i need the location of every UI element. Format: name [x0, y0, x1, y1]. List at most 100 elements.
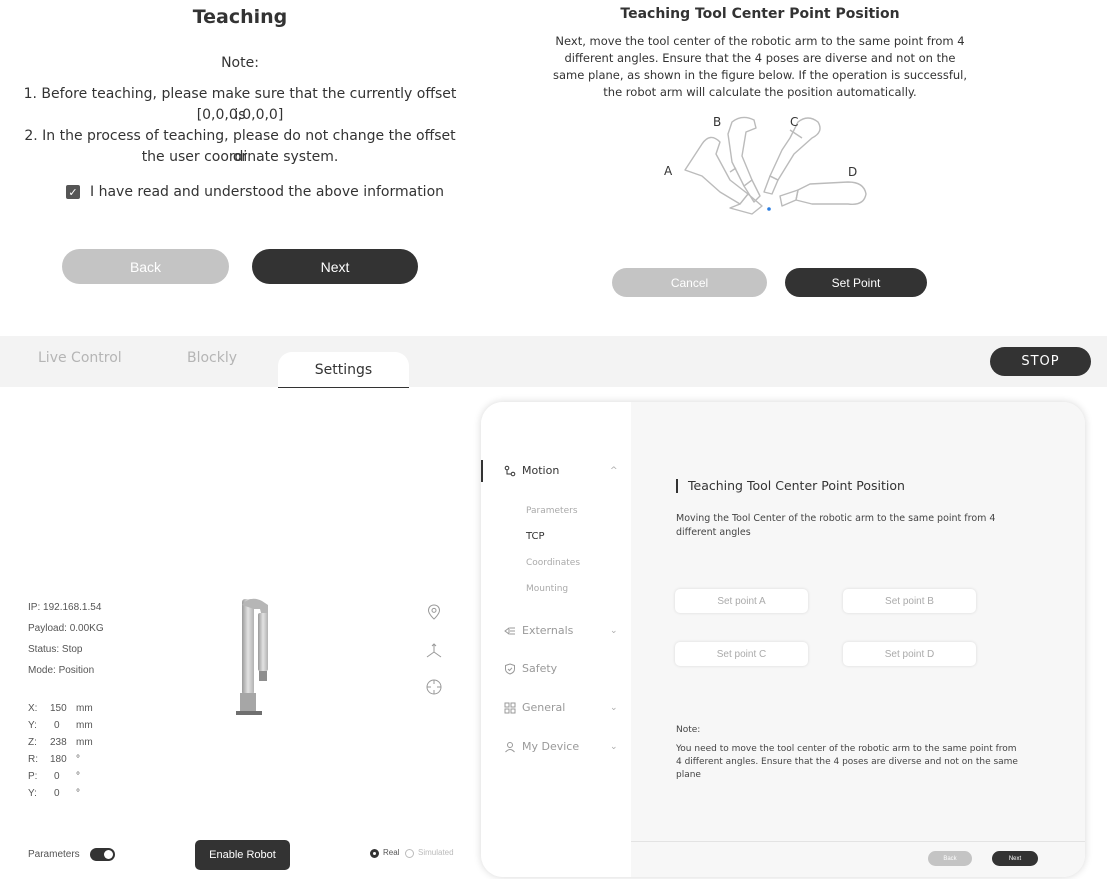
teaching-next-button[interactable]: Next: [252, 249, 418, 284]
parameters-toggle[interactable]: [90, 848, 115, 861]
title-bar-mark: [676, 479, 678, 493]
chevron-down-icon: ⌄: [610, 702, 618, 713]
teaching-note-line: the user coordinate system.: [141, 149, 339, 165]
nav-sub-tcp[interactable]: TCP: [526, 531, 545, 542]
shield-icon: [505, 662, 515, 675]
position-row-x: X: 150 mm: [28, 703, 93, 714]
axis-label: P:: [28, 771, 38, 782]
teaching-back-button[interactable]: Back: [62, 249, 229, 284]
nav-sub-coordinates[interactable]: Coordinates: [526, 558, 580, 568]
settings-panel: Motion ^ Parameters TCP Coordinates Moun…: [481, 402, 1085, 877]
grid-icon: [504, 702, 516, 713]
payload-value: Payload: 0.00KG: [28, 623, 104, 634]
footer-divider: [631, 841, 1085, 842]
position-row-yaw: Y: 0 °: [28, 788, 80, 799]
tcp-pose-figure: A B C D: [660, 110, 880, 222]
axis-unit: mm: [76, 703, 93, 714]
crosshair-icon[interactable]: [425, 678, 443, 696]
position-row-r: R: 180 °: [28, 754, 80, 765]
tcp-cancel-button[interactable]: Cancel: [612, 268, 767, 297]
nav-sub-parameters[interactable]: Parameters: [526, 506, 578, 516]
tcp-dialog-title: Teaching Tool Center Point Position: [620, 6, 900, 22]
axis-value: 0: [54, 720, 60, 731]
teaching-note-heading: Note:: [221, 55, 259, 71]
ip-address: IP: 192.168.1.54: [28, 602, 102, 613]
robot-arm-image: [228, 595, 273, 719]
nav-my-device[interactable]: My Device ⌄: [504, 740, 624, 753]
figure-label-d: D: [848, 165, 857, 179]
axis-unit: °: [76, 771, 80, 782]
stop-button[interactable]: STOP: [990, 347, 1091, 376]
axis-value: 238: [50, 737, 67, 748]
parameters-label: Parameters: [28, 849, 80, 860]
real-label: Real: [383, 848, 400, 857]
motion-icon: [504, 465, 516, 476]
tab-live-control[interactable]: Live Control: [38, 350, 122, 366]
settings-content: Teaching Tool Center Point Position Movi…: [631, 402, 1085, 877]
content-note-heading: Note:: [676, 725, 701, 735]
nav-motion-label: Motion: [522, 464, 560, 477]
figure-label-a: A: [664, 164, 673, 178]
user-icon: [505, 741, 515, 752]
axis-label: R:: [28, 754, 38, 765]
nav-general[interactable]: General ⌄: [504, 701, 624, 714]
nav-sub-mounting[interactable]: Mounting: [526, 584, 568, 594]
acknowledge-row[interactable]: ✓ I have read and understood the above i…: [66, 184, 444, 200]
tab-bar: [0, 336, 1107, 387]
figure-label-b: B: [713, 115, 721, 129]
tab-settings[interactable]: Settings: [278, 352, 409, 388]
panel-back-button[interactable]: Back: [928, 851, 972, 866]
set-point-c-button[interactable]: Set point C: [675, 642, 808, 666]
axis-value: 150: [50, 703, 67, 714]
enable-robot-button[interactable]: Enable Robot: [195, 840, 290, 870]
panel-next-button[interactable]: Next: [992, 851, 1038, 866]
mode-value: Mode: Position: [28, 665, 95, 676]
set-point-button[interactable]: Set Point: [785, 268, 927, 297]
set-point-b-button[interactable]: Set point B: [843, 589, 976, 613]
nav-externals[interactable]: Externals ⌄: [504, 624, 624, 637]
tcp-dialog-description: Next, move the tool center of the roboti…: [552, 34, 968, 99]
set-point-d-button[interactable]: Set point D: [843, 642, 976, 666]
axis-label: X:: [28, 703, 38, 714]
figure-label-c: C: [790, 115, 798, 129]
chevron-down-icon: ⌄: [610, 741, 618, 752]
nav-safety-label: Safety: [522, 662, 558, 675]
acknowledge-checkbox[interactable]: ✓: [66, 185, 80, 199]
acknowledge-label: I have read and understood the above inf…: [90, 184, 445, 200]
coordinate-axes-icon[interactable]: [425, 642, 443, 660]
real-radio[interactable]: [370, 849, 379, 858]
content-description: Moving the Tool Center of the robotic ar…: [676, 513, 996, 538]
position-row-y: Y: 0 mm: [28, 720, 93, 731]
content-note-text: You need to move the tool center of the …: [676, 744, 1018, 780]
position-row-p: P: 0 °: [28, 771, 80, 782]
nav-safety[interactable]: Safety: [504, 662, 624, 675]
location-pin-icon[interactable]: [425, 603, 443, 621]
axis-unit: mm: [76, 737, 93, 748]
axis-unit: °: [76, 788, 80, 799]
nav-motion[interactable]: Motion ^: [504, 464, 624, 477]
status-value: Status: Stop: [28, 644, 83, 655]
axis-unit: mm: [76, 720, 93, 731]
content-title: Teaching Tool Center Point Position: [688, 478, 905, 493]
axis-value: 0: [54, 788, 60, 799]
simulated-radio[interactable]: [405, 849, 414, 858]
simulated-label: Simulated: [418, 848, 454, 857]
axis-label: Z:: [28, 737, 37, 748]
axis-label: Y:: [28, 788, 37, 799]
settings-sidebar: Motion ^ Parameters TCP Coordinates Moun…: [481, 402, 631, 877]
axis-unit: °: [76, 754, 80, 765]
nav-general-label: General: [522, 701, 566, 714]
chevron-down-icon: ⌄: [610, 625, 618, 636]
axis-value: 0: [54, 771, 60, 782]
teaching-note-line: [0,0,0,0,0,0]: [196, 107, 284, 123]
position-row-z: Z: 238 mm: [28, 737, 93, 748]
set-point-a-button[interactable]: Set point A: [675, 589, 808, 613]
axis-label: Y:: [28, 720, 37, 731]
axis-value: 180: [50, 754, 67, 765]
teaching-title: Teaching: [192, 6, 288, 28]
tab-blockly[interactable]: Blockly: [187, 350, 237, 366]
active-indicator: [481, 460, 483, 482]
nav-externals-label: Externals: [522, 624, 574, 637]
externals-icon: [504, 626, 515, 635]
chevron-up-icon: ^: [610, 465, 618, 476]
